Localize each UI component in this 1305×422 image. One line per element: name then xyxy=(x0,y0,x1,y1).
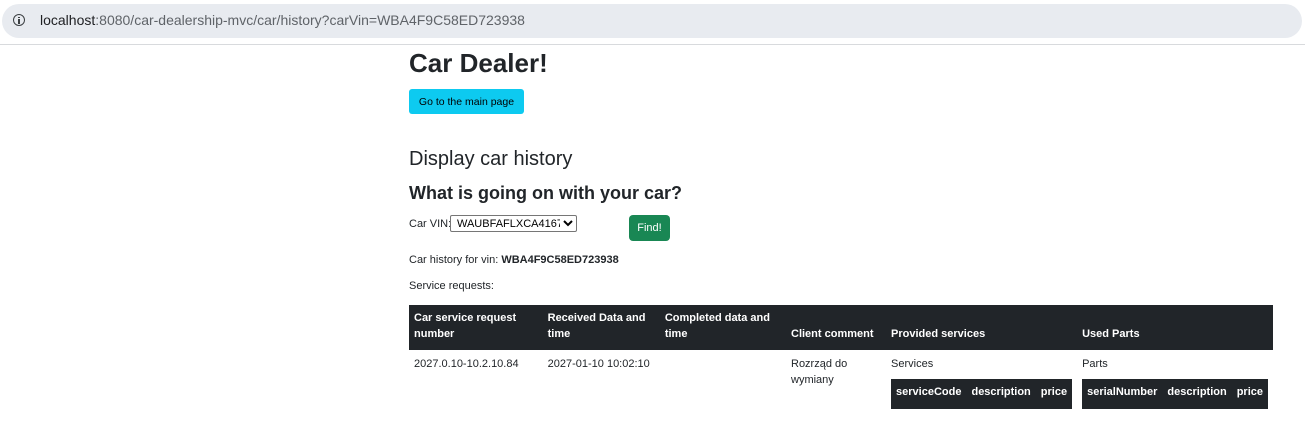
section-title: Display car history xyxy=(409,148,573,170)
info-icon[interactable] xyxy=(13,14,25,26)
question-heading: What is going on with your car? xyxy=(409,183,682,203)
vin-select[interactable]: WAUBFAFLXCA416702 xyxy=(450,215,577,232)
services-header-row: serviceCode description price xyxy=(891,379,1073,409)
browser-address-bar: localhost:8080/car-dealership-mvc/car/hi… xyxy=(0,0,1305,45)
parts-subtable: serialNumber description price xyxy=(1082,379,1268,409)
table-row: 2027.0.10-10.2.10.84 2027-01-10 10:02:10… xyxy=(409,350,1273,415)
parts-label: Parts xyxy=(1082,358,1108,370)
col-provided-services: Provided services xyxy=(886,305,1078,350)
url-text[interactable]: localhost:8080/car-dealership-mvc/car/hi… xyxy=(40,12,525,28)
col-request-number: Car service request number xyxy=(409,305,543,350)
service-requests-table: Car service request number Received Data… xyxy=(409,305,1273,415)
history-prefix: Car history for vin: xyxy=(409,254,499,266)
col-received: Received Data and time xyxy=(542,305,660,350)
services-col-price: price xyxy=(1035,379,1073,409)
vin-label: Car VIN: xyxy=(409,218,452,230)
cell-request-number: 2027.0.10-10.2.10.84 xyxy=(414,358,519,370)
service-requests-label: Service requests: xyxy=(409,280,494,292)
services-label: Services xyxy=(891,358,934,370)
services-col-description: description xyxy=(966,379,1036,409)
col-client-comment: Client comment xyxy=(786,305,887,350)
cell-completed xyxy=(660,350,786,415)
page-title: Car Dealer! xyxy=(409,48,548,78)
history-vin: WBA4F9C58ED723938 xyxy=(501,254,619,266)
history-vin-line: Car history for vin: WBA4F9C58ED723938 xyxy=(409,254,619,266)
services-subtable: serviceCode description price xyxy=(891,379,1073,409)
parts-col-description: description xyxy=(1162,379,1232,409)
parts-col-price: price xyxy=(1231,379,1268,409)
url-field[interactable]: localhost:8080/car-dealership-mvc/car/hi… xyxy=(2,4,1302,38)
parts-col-serial: serialNumber xyxy=(1082,379,1163,409)
col-used-parts: Used Parts xyxy=(1077,305,1273,350)
table-header-row: Car service request number Received Data… xyxy=(409,305,1273,350)
cell-used-parts: Parts serialNumber description price xyxy=(1077,350,1273,415)
col-completed: Completed data and time xyxy=(659,305,786,350)
services-col-code: serviceCode xyxy=(891,379,967,409)
cell-provided-services: Services serviceCode description price xyxy=(886,350,1077,415)
main-page-button[interactable]: Go to the main page xyxy=(409,89,524,114)
parts-header-row: serialNumber description price xyxy=(1082,379,1268,409)
cell-comment: Rozrząd do wymiany xyxy=(791,358,848,386)
url-host: localhost xyxy=(40,12,96,28)
url-path: :8080/car-dealership-mvc/car/history?car… xyxy=(95,12,525,28)
find-button[interactable]: Find! xyxy=(629,215,670,241)
cell-received: 2027-01-10 10:02:10 xyxy=(547,358,650,370)
